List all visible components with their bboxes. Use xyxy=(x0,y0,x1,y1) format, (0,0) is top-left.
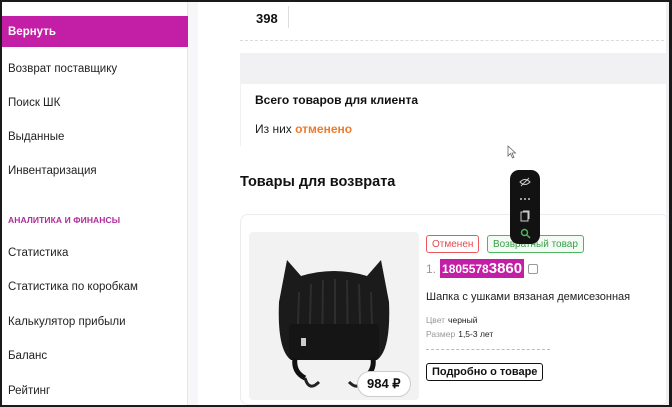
sidebar-item-label: Калькулятор прибыли xyxy=(8,316,126,328)
app-window: Вернуть Возврат поставщику Поиск ШК Выда… xyxy=(2,2,669,405)
summary-line-prefix: Из них xyxy=(255,122,292,136)
sidebar-item-label: Поиск ШК xyxy=(8,97,61,109)
divider xyxy=(288,6,289,28)
sidebar-item-label: Вернуть xyxy=(8,25,56,38)
sidebar-item-supplier-return[interactable]: Возврат поставщику xyxy=(2,53,188,85)
attr-color: Цвет черный xyxy=(426,315,477,325)
sidebar-section-analytics: АНАЛИТИКА И ФИНАНСЫ xyxy=(8,215,121,225)
barcode-tail: 3860 xyxy=(488,260,523,277)
barcode[interactable]: 18055783860 xyxy=(440,259,525,278)
sidebar-item-label: Инвентаризация xyxy=(8,165,97,177)
sidebar-item-profit-calculator[interactable]: Калькулятор прибыли xyxy=(2,306,188,338)
attr-size: Размер 1,5-3 лет xyxy=(426,329,493,339)
sidebar: Вернуть Возврат поставщику Поиск ШК Выда… xyxy=(2,2,188,405)
top-count: 398 xyxy=(256,11,278,26)
sidebar-item-barcode-search[interactable]: Поиск ШК xyxy=(2,87,188,119)
more-icon[interactable] xyxy=(514,191,536,207)
sidebar-item-balance[interactable]: Баланс xyxy=(2,340,188,372)
copy-icon[interactable] xyxy=(514,208,536,224)
return-item-card: 984 ₽ Отменен Возвратный товар 1. 180557… xyxy=(240,214,669,405)
barcode-main: 1805578 xyxy=(442,262,489,276)
product-name: Шапка с ушками вязаная демисезонная xyxy=(426,291,631,303)
floating-toolbar xyxy=(510,170,540,244)
sidebar-item-label: Баланс xyxy=(8,350,48,362)
sidebar-item-statistics[interactable]: Статистика xyxy=(2,237,188,269)
cursor-icon xyxy=(507,145,517,159)
returns-section-title: Товары для возврата xyxy=(240,174,396,190)
copy-icon[interactable] xyxy=(528,263,539,274)
sidebar-item-rating[interactable]: Рейтинг xyxy=(2,375,188,405)
scrollbar-track[interactable] xyxy=(666,2,669,405)
price-tag: 984 ₽ xyxy=(357,371,411,397)
sidebar-gutter xyxy=(188,2,198,405)
summary-cancelled-link[interactable]: отменено xyxy=(295,122,352,136)
sidebar-item-label: Статистика xyxy=(8,247,69,259)
search-icon[interactable] xyxy=(514,225,536,241)
summary-title: Всего товаров для клиента xyxy=(255,93,419,107)
sidebar-item-label: Выданные xyxy=(8,131,65,143)
sidebar-item-return[interactable]: Вернуть xyxy=(2,16,188,47)
item-index: 1. xyxy=(426,261,437,276)
attr-color-label: Цвет xyxy=(426,315,446,325)
barcode-row: 1. 18055783860 xyxy=(426,259,539,278)
eye-off-icon[interactable] xyxy=(514,174,536,190)
sidebar-item-inventory[interactable]: Инвентаризация xyxy=(2,155,188,187)
attr-color-value: черный xyxy=(448,315,478,325)
main-content: 398 Всего товаров для клиента Из них отм… xyxy=(198,2,669,405)
attr-size-label: Размер xyxy=(426,329,456,339)
product-details-button[interactable]: Подробно о товаре xyxy=(426,363,544,381)
attr-size-value: 1,5-3 лет xyxy=(458,329,494,339)
sidebar-item-label: Возврат поставщику xyxy=(8,63,118,75)
divider xyxy=(426,349,550,350)
sidebar-item-issued[interactable]: Выданные xyxy=(2,121,188,153)
client-summary: Всего товаров для клиента Из них отменен… xyxy=(240,84,669,146)
sidebar-item-label: Рейтинг xyxy=(8,385,51,397)
summary-cancelled-line: Из них отменено xyxy=(255,122,352,136)
sidebar-item-box-statistics[interactable]: Статистика по коробкам xyxy=(2,271,188,303)
sidebar-item-label: Статистика по коробкам xyxy=(8,281,138,293)
divider xyxy=(240,40,669,41)
summary-header-bar xyxy=(240,53,669,84)
status-badge-cancelled: Отменен xyxy=(426,235,480,253)
